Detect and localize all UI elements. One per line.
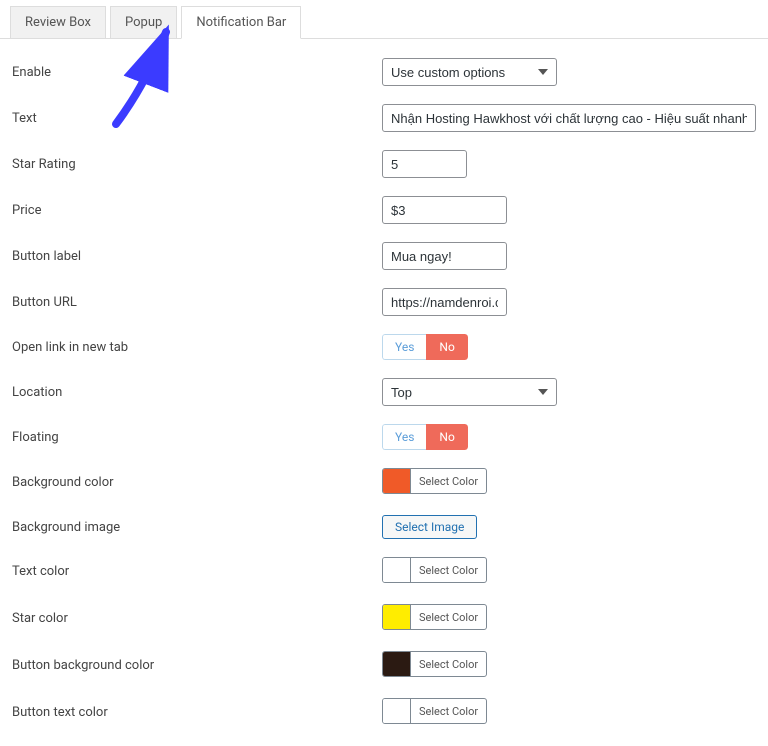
- btn-text-color-picker[interactable]: Select Color: [382, 698, 487, 724]
- text-input[interactable]: [382, 104, 756, 132]
- color-swatch: [383, 605, 411, 629]
- label-btn-bg-color: Button background color: [12, 658, 382, 673]
- color-swatch: [383, 652, 411, 676]
- btn-bg-color-picker[interactable]: Select Color: [382, 651, 487, 677]
- select-color-label: Select Color: [411, 658, 486, 671]
- toggle-yes[interactable]: Yes: [382, 424, 426, 450]
- tab-notification-bar[interactable]: Notification Bar: [181, 6, 301, 39]
- tab-bar: Review Box Popup Notification Bar: [0, 0, 768, 39]
- color-swatch: [383, 469, 411, 493]
- toggle-yes[interactable]: Yes: [382, 334, 426, 360]
- select-color-label: Select Color: [411, 564, 486, 577]
- label-text-color: Text color: [12, 564, 382, 579]
- bg-color-picker[interactable]: Select Color: [382, 468, 487, 494]
- open-new-tab-toggle[interactable]: Yes No: [382, 334, 468, 360]
- floating-toggle[interactable]: Yes No: [382, 424, 468, 450]
- label-bg-image: Background image: [12, 520, 382, 535]
- label-enable: Enable: [12, 65, 382, 80]
- price-input[interactable]: [382, 196, 507, 224]
- label-floating: Floating: [12, 430, 382, 445]
- star-color-picker[interactable]: Select Color: [382, 604, 487, 630]
- label-open-new-tab: Open link in new tab: [12, 340, 382, 355]
- toggle-no[interactable]: No: [426, 334, 467, 360]
- label-btn-text-color: Button text color: [12, 705, 382, 720]
- settings-form: Enable Use custom options Text Star Rati…: [0, 39, 768, 746]
- tab-review-box[interactable]: Review Box: [10, 6, 106, 38]
- label-text: Text: [12, 111, 382, 126]
- label-star-rating: Star Rating: [12, 157, 382, 172]
- select-image-button[interactable]: Select Image: [382, 515, 477, 539]
- enable-select[interactable]: Use custom options: [382, 58, 557, 86]
- label-button-label: Button label: [12, 249, 382, 264]
- select-color-label: Select Color: [411, 475, 486, 488]
- toggle-no[interactable]: No: [426, 424, 467, 450]
- label-location: Location: [12, 385, 382, 400]
- button-label-input[interactable]: [382, 242, 507, 270]
- select-color-label: Select Color: [411, 611, 486, 624]
- color-swatch: [383, 558, 411, 582]
- select-color-label: Select Color: [411, 705, 486, 718]
- label-star-color: Star color: [12, 611, 382, 626]
- location-select[interactable]: Top: [382, 378, 557, 406]
- label-button-url: Button URL: [12, 295, 382, 310]
- text-color-picker[interactable]: Select Color: [382, 557, 487, 583]
- label-bg-color: Background color: [12, 475, 382, 490]
- color-swatch: [383, 699, 411, 723]
- label-price: Price: [12, 203, 382, 218]
- star-rating-input[interactable]: [382, 150, 467, 178]
- button-url-input[interactable]: [382, 288, 507, 316]
- tab-popup[interactable]: Popup: [110, 6, 177, 38]
